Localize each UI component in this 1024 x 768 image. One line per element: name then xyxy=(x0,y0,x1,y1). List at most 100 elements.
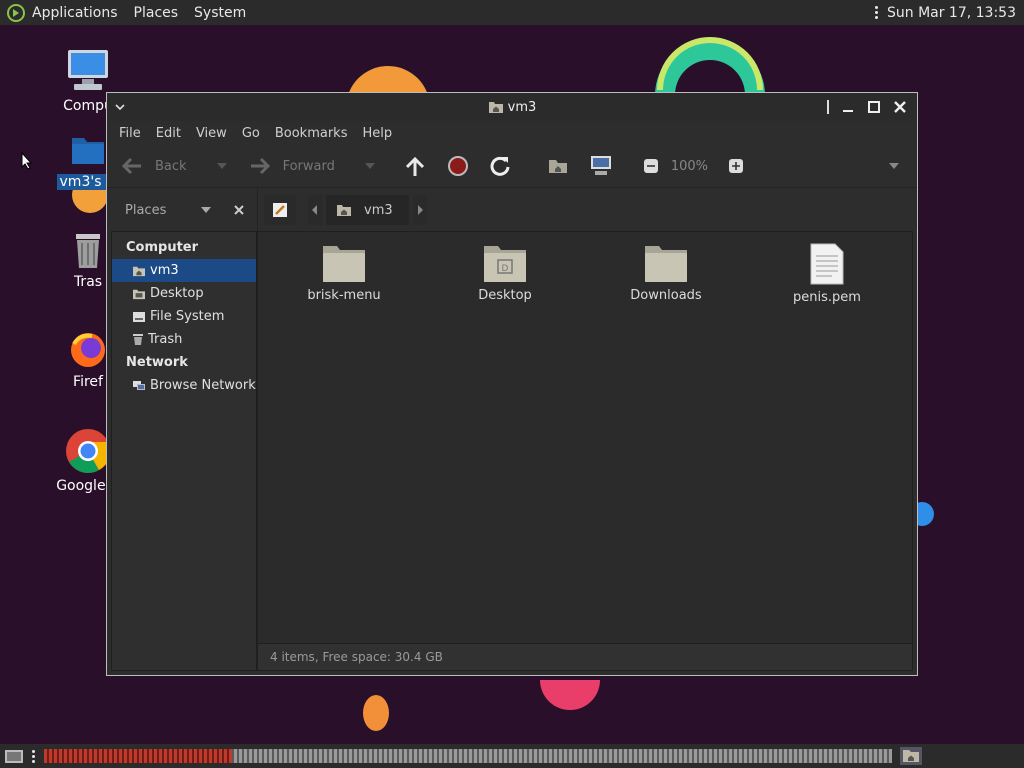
edit-location-icon[interactable] xyxy=(264,195,296,225)
file-item-penis-pem[interactable]: penis.pem xyxy=(767,242,887,305)
home-folder-icon xyxy=(337,205,351,216)
mate-logo-icon[interactable] xyxy=(6,3,26,23)
desktop-icon-label: Tras xyxy=(73,274,103,290)
taskbar-window-list[interactable] xyxy=(44,749,892,763)
menu-bar: File Edit View Go Bookmarks Help xyxy=(107,121,917,145)
zoom-out-icon[interactable] xyxy=(643,158,659,174)
close-sidebar-icon[interactable] xyxy=(233,204,245,216)
chevron-down-icon xyxy=(115,103,125,110)
menu-bookmarks[interactable]: Bookmarks xyxy=(275,126,348,141)
sidebar-item-label: Browse Network xyxy=(150,378,256,393)
path-left-arrow-icon[interactable] xyxy=(308,195,322,225)
toolbar-overflow-icon[interactable] xyxy=(889,163,899,169)
desktop-folder-icon: D xyxy=(484,246,526,282)
svg-text:D: D xyxy=(502,264,509,274)
window-title-text: vm3 xyxy=(507,99,537,115)
sidebar-item-label: File System xyxy=(150,309,225,324)
home-folder-icon xyxy=(133,266,145,276)
status-bar: 4 items, Free space: 30.4 GB xyxy=(258,643,912,670)
main-area: Computer vm3 Desktop File System Trash N… xyxy=(111,231,913,671)
home-folder-icon xyxy=(72,138,104,164)
window-titlebar[interactable]: vm3 xyxy=(107,93,917,121)
folder-icon xyxy=(323,246,365,282)
forward-label: Forward xyxy=(282,158,335,174)
home-folder-icon xyxy=(488,102,503,113)
menu-file[interactable]: File xyxy=(119,126,141,141)
network-icon xyxy=(133,380,145,390)
sidebar-item-trash[interactable]: Trash xyxy=(112,328,256,351)
sidebar-heading-network: Network xyxy=(126,355,188,370)
zoom-in-icon[interactable] xyxy=(728,158,744,174)
menu-view[interactable]: View xyxy=(196,126,227,141)
file-item-label: Downloads xyxy=(630,288,702,303)
forward-arrow-icon xyxy=(250,157,270,175)
drive-icon xyxy=(133,311,145,322)
places-menu[interactable]: Places xyxy=(134,5,179,21)
mouse-cursor-icon xyxy=(21,152,33,170)
taskbar-home-folder-icon[interactable] xyxy=(900,747,922,765)
folder-icon xyxy=(645,246,687,282)
forward-button[interactable]: Forward xyxy=(249,157,375,175)
clock[interactable]: Sun Mar 17, 13:53 xyxy=(887,5,1016,21)
menu-help[interactable]: Help xyxy=(362,126,392,141)
window-title: vm3 xyxy=(107,100,917,115)
close-icon[interactable] xyxy=(893,100,907,114)
firefox-icon xyxy=(71,333,105,367)
computer-icon xyxy=(68,50,108,90)
text-file-icon xyxy=(810,243,844,285)
file-item-brisk-menu[interactable]: brisk-menu xyxy=(284,242,404,303)
window-menu-button[interactable] xyxy=(107,100,133,115)
system-menu[interactable]: System xyxy=(194,5,246,21)
panel-handle-icon[interactable] xyxy=(32,748,36,765)
computer-icon[interactable] xyxy=(589,155,613,177)
minimize-icon[interactable] xyxy=(841,100,855,114)
places-sidebar: Computer vm3 Desktop File System Trash N… xyxy=(111,231,257,671)
panel-handle-icon[interactable] xyxy=(874,4,879,21)
sidebar-item-browse-network[interactable]: Browse Network xyxy=(112,374,256,397)
back-arrow-icon xyxy=(121,157,141,175)
file-item-label: Desktop xyxy=(478,288,532,303)
sidebar-item-label: Desktop xyxy=(150,286,204,301)
chrome-icon xyxy=(66,429,111,473)
file-view[interactable]: brisk-menu D Desktop Downloads penis.pem… xyxy=(257,231,913,671)
toolbar: Back Forward 100% xyxy=(107,145,917,187)
breadcrumb-vm3[interactable]: vm3 xyxy=(326,195,409,225)
desktop-icon-label: Firef xyxy=(73,374,103,390)
sidebar-heading-computer: Computer xyxy=(126,240,199,255)
maximize-icon[interactable] xyxy=(867,100,881,114)
trash-icon xyxy=(133,334,143,345)
dropdown-arrow-icon[interactable] xyxy=(216,163,227,169)
places-label: Places xyxy=(125,202,167,218)
home-icon[interactable] xyxy=(547,157,569,175)
up-arrow-icon[interactable] xyxy=(403,154,427,178)
trash-icon xyxy=(76,234,100,268)
path-bar: Places vm3 xyxy=(107,187,917,232)
applications-menu[interactable]: Applications xyxy=(32,5,118,21)
file-item-downloads[interactable]: Downloads xyxy=(606,242,726,303)
show-desktop-icon[interactable] xyxy=(4,747,24,765)
menu-edit[interactable]: Edit xyxy=(156,126,181,141)
file-manager-window: vm3 File Edit View Go Bookmarks Help Bac… xyxy=(106,92,918,676)
back-button[interactable]: Back xyxy=(121,157,227,175)
titlebar-separator xyxy=(827,100,829,114)
desktop-folder-icon xyxy=(133,289,145,299)
menu-go[interactable]: Go xyxy=(242,126,260,141)
back-label: Back xyxy=(155,158,187,174)
zoom-level: 100% xyxy=(670,158,709,174)
file-item-label: penis.pem xyxy=(793,290,861,305)
sidebar-selector[interactable]: Places xyxy=(107,203,257,218)
reload-icon[interactable] xyxy=(489,155,511,177)
path-right-arrow-icon[interactable] xyxy=(412,195,427,225)
top-panel: Applications Places System Sun Mar 17, 1… xyxy=(0,0,1024,25)
dropdown-arrow-icon[interactable] xyxy=(364,163,375,169)
breadcrumb-label: vm3 xyxy=(364,202,393,218)
stop-icon[interactable] xyxy=(447,155,469,177)
sidebar-item-vm3[interactable]: vm3 xyxy=(112,259,256,282)
sidebar-item-file-system[interactable]: File System xyxy=(112,305,256,328)
sidebar-item-desktop[interactable]: Desktop xyxy=(112,282,256,305)
sidebar-item-label: Trash xyxy=(148,332,183,347)
file-item-desktop[interactable]: D Desktop xyxy=(445,242,565,303)
dropdown-arrow-icon[interactable] xyxy=(201,207,211,213)
sidebar-item-label: vm3 xyxy=(150,263,179,278)
file-item-label: brisk-menu xyxy=(307,288,381,303)
